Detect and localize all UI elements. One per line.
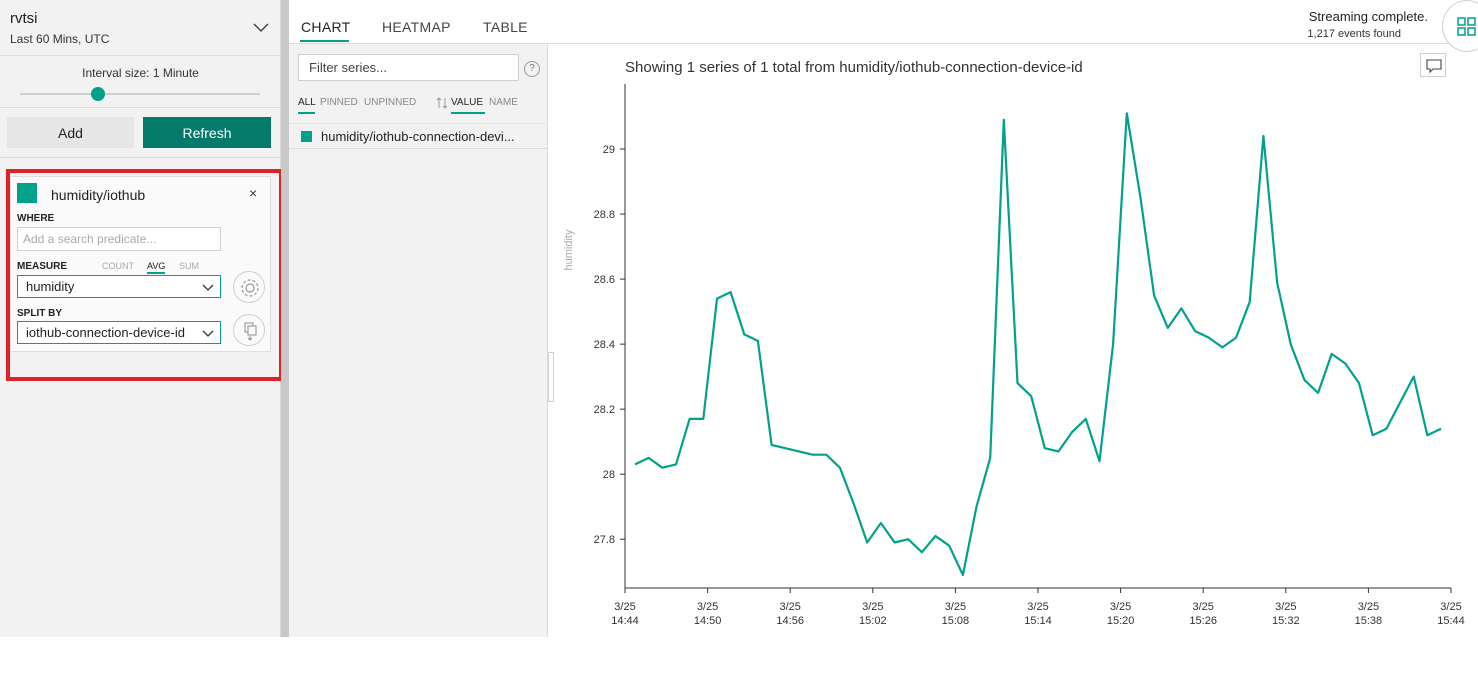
x-tick-label-time: 15:08 <box>942 615 970 627</box>
series-list-item[interactable]: humidity/iothub-connection-devi... <box>289 123 548 149</box>
x-tick-label-date: 3/25 <box>1192 601 1213 613</box>
filter-pinned[interactable]: PINNED <box>320 97 358 108</box>
interval-slider-track[interactable] <box>20 93 260 95</box>
series-line <box>634 112 1442 577</box>
refresh-button[interactable]: Refresh <box>143 117 271 148</box>
help-icon[interactable]: ? <box>524 61 540 77</box>
x-tick-label-date: 3/25 <box>1110 601 1131 613</box>
x-tick-label-time: 15:14 <box>1024 615 1052 627</box>
streaming-status: Streaming complete. <box>1308 9 1428 24</box>
x-tick-label-date: 3/25 <box>862 601 883 613</box>
view-tabs-bar: CHART HEATMAP TABLE Streaming complete. … <box>289 0 1478 44</box>
x-tick-label-date: 3/25 <box>945 601 966 613</box>
x-tick-label-date: 3/25 <box>697 601 718 613</box>
grid-layout-icon[interactable] <box>1442 0 1478 52</box>
sort-value[interactable]: VALUE <box>451 97 483 108</box>
chart-title: Showing 1 series of 1 total from humidit… <box>625 59 1083 76</box>
y-tick-label: 28.6 <box>594 274 615 286</box>
panel-scrollbar[interactable] <box>281 0 289 637</box>
series-color-swatch <box>301 131 312 142</box>
environment-name: rvtsi <box>10 10 38 27</box>
events-count: 1,217 events found <box>1307 28 1401 40</box>
active-tab-indicator <box>300 40 349 42</box>
x-tick-label-time: 15:38 <box>1355 615 1383 627</box>
x-tick-label-date: 3/25 <box>1275 601 1296 613</box>
y-axis-label: humidity <box>563 229 575 270</box>
x-tick-label-date: 3/25 <box>779 601 800 613</box>
sort-name[interactable]: NAME <box>489 97 518 108</box>
sort-value-underline <box>451 112 485 114</box>
tab-chart[interactable]: CHART <box>301 19 350 35</box>
x-tick-label-time: 14:44 <box>611 615 639 627</box>
y-tick-label: 29 <box>603 144 615 156</box>
line-chart[interactable]: 27.8 28 28.2 28.4 28.6 28.8 29 humidity 3/25 14:4… <box>548 80 1478 640</box>
x-tick-label-date: 3/25 <box>1027 601 1048 613</box>
x-tick-label-time: 14:50 <box>694 615 722 627</box>
x-tick-label-time: 15:32 <box>1272 615 1300 627</box>
tab-heatmap[interactable]: HEATMAP <box>382 19 451 35</box>
y-tick-label: 28.8 <box>594 209 615 221</box>
x-tick-label-time: 15:02 <box>859 615 887 627</box>
divider <box>0 157 281 158</box>
x-tick-label-date: 3/25 <box>1358 601 1379 613</box>
x-tick-label-date: 3/25 <box>1440 601 1461 613</box>
interval-size-label: Interval size: 1 Minute <box>82 66 199 80</box>
series-list-panel: ? ALL PINNED UNPINNED VALUE NAME humidit… <box>289 44 548 637</box>
time-range: Last 60 Mins, UTC <box>10 32 110 46</box>
filter-series-input[interactable] <box>298 54 519 81</box>
highlight-box <box>6 169 283 381</box>
x-tick-label-time: 15:26 <box>1189 615 1217 627</box>
sort-icon[interactable] <box>436 97 448 109</box>
y-tick-label: 28.2 <box>594 404 615 416</box>
y-tick-label: 28 <box>603 469 615 481</box>
add-button[interactable]: Add <box>7 117 134 148</box>
tab-table[interactable]: TABLE <box>483 19 528 35</box>
x-tick-label-time: 15:44 <box>1437 615 1465 627</box>
chevron-down-icon[interactable] <box>252 18 270 36</box>
x-tick-label-date: 3/25 <box>614 601 635 613</box>
comment-icon[interactable] <box>1420 53 1446 77</box>
y-tick-label: 27.8 <box>594 534 615 546</box>
interval-slider-thumb[interactable] <box>91 87 105 101</box>
y-tick-label: 28.4 <box>594 339 615 351</box>
filter-unpinned[interactable]: UNPINNED <box>364 97 416 108</box>
interval-control: Interval size: 1 Minute <box>0 56 281 108</box>
x-tick-label-time: 15:20 <box>1107 615 1135 627</box>
environment-picker[interactable]: rvtsi Last 60 Mins, UTC <box>0 0 281 56</box>
filter-all-underline <box>298 112 315 114</box>
series-label: humidity/iothub-connection-devi... <box>321 129 515 144</box>
filter-all[interactable]: ALL <box>298 97 316 108</box>
x-tick-label-time: 14:56 <box>776 615 804 627</box>
tsi-explorer-app: rvtsi Last 60 Mins, UTC Interval size: 1… <box>0 0 1478 637</box>
